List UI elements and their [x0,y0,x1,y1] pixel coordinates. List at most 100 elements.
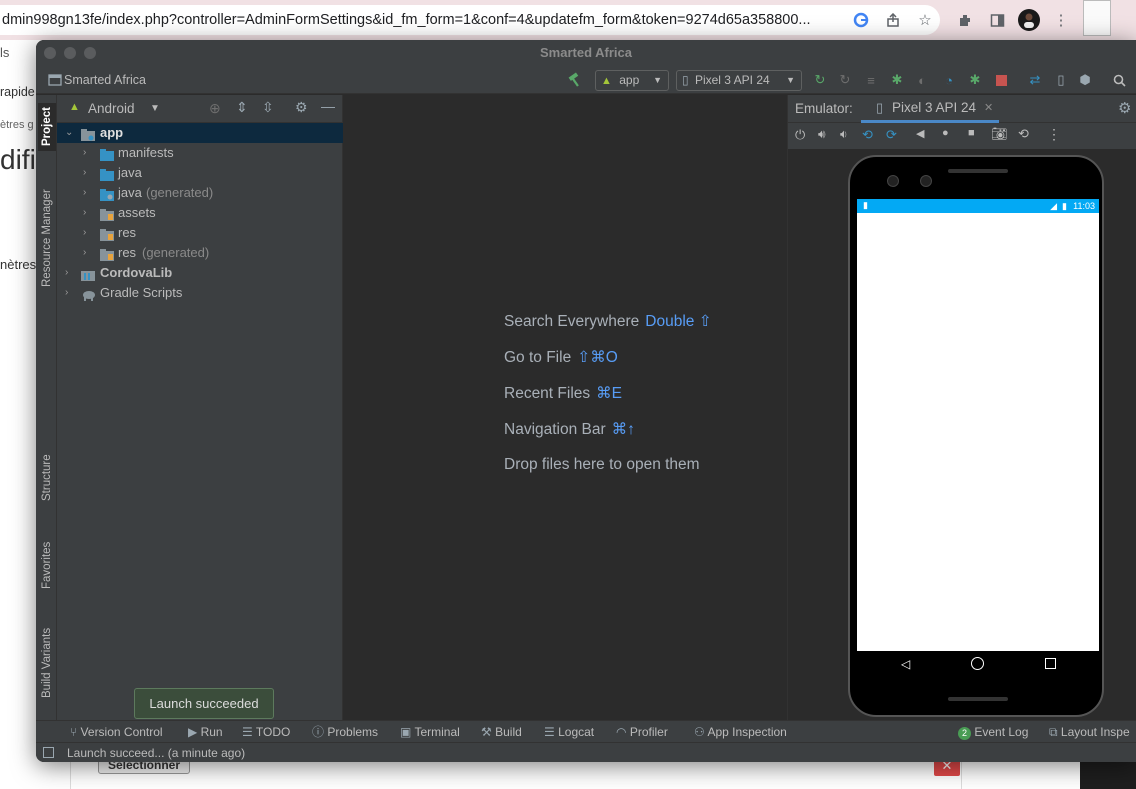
layout-inspector-label: Layout Inspe [1060,725,1130,739]
more-options-icon[interactable]: ⋮ [1047,126,1061,143]
locate-icon[interactable]: ⊕ [209,100,221,117]
sdk-manager-icon[interactable]: ⬢ [1076,71,1094,89]
tab-favorites[interactable]: Favorites [38,530,56,600]
device-dropdown[interactable]: ▯ Pixel 3 API 24 ▼ [676,70,802,91]
chevron-right-icon[interactable]: › [83,243,86,263]
build-button[interactable]: ⚒ Build [481,721,522,743]
overview-icon[interactable]: ■ [968,127,975,139]
chevron-right-icon[interactable]: › [83,163,86,183]
search-icon[interactable] [1110,71,1128,89]
chrome-menu-icon[interactable]: ⋮ [1052,11,1070,29]
debug-icon[interactable]: ✱ [888,71,906,89]
layout-inspector-button[interactable]: ⧉ Layout Inspe [1049,721,1130,743]
back-icon[interactable]: ◀ [916,127,924,140]
back-icon[interactable]: ◁ [901,657,910,671]
apply-changes-restart-icon[interactable]: ↻ [811,71,829,89]
tree-item-cordovalib[interactable]: › CordovaLib [57,263,343,283]
device-manager-icon[interactable]: ▯ [1052,71,1070,89]
tab-project[interactable]: Project [38,103,56,151]
volume-up-icon[interactable]: 🔊︎ [818,127,826,142]
rotate-left-icon[interactable]: ⟲ [862,127,873,143]
chevron-down-icon[interactable]: ▼ [150,95,160,123]
url-text[interactable]: dmin998gn13fe/index.php?controller=Admin… [0,12,845,28]
hide-panel-icon[interactable]: — [321,98,335,114]
chevron-right-icon[interactable]: › [83,203,86,223]
tree-item-manifests[interactable]: › manifests [57,143,343,163]
chevron-right-icon[interactable]: › [65,283,68,303]
logcat-button[interactable]: ☰ Logcat [544,721,594,743]
emulator-device-tab[interactable]: ▯ Pixel 3 API 24 ✕ [861,95,999,123]
chevron-down-icon: ▼ [786,75,795,85]
attach-debugger-icon[interactable]: ✱ [966,71,984,89]
apply-code-changes-icon[interactable]: ↻ [836,71,854,89]
chevron-right-icon[interactable]: › [83,223,86,243]
editor-area[interactable]: Search Everywhere Double ⇧ Go to File ⇧⌘O … [344,95,787,720]
expand-all-icon[interactable]: ⇕ [236,99,248,116]
maximize-window-button[interactable] [84,47,96,59]
todo-button[interactable]: ☰ TODO [242,721,290,743]
google-icon[interactable] [852,11,870,29]
run-config-dropdown[interactable]: ▲ app ▼ [595,70,669,91]
address-bar[interactable]: dmin998gn13fe/index.php?controller=Admin… [0,5,940,35]
emulator-label: Emulator: [795,101,853,116]
home-icon[interactable] [971,657,984,670]
tree-item-java[interactable]: › java [57,163,343,183]
view-mode-dropdown[interactable]: Android [88,95,135,123]
tree-item-assets[interactable]: › assets [57,203,343,223]
run-tests-icon[interactable]: ≡ [862,71,880,89]
build-hammer-icon[interactable] [566,71,584,89]
tool-window-toggle-icon[interactable] [43,747,54,758]
tree-item-res-generated[interactable]: › res (generated) [57,243,343,263]
chevron-right-icon[interactable]: › [65,263,68,283]
snapshot-icon[interactable]: ⟲ [1018,126,1029,142]
sync-gradle-icon[interactable]: ⇄ [1026,71,1044,89]
chevron-right-icon[interactable]: › [83,183,86,203]
close-icon[interactable]: ✕ [984,95,993,121]
tab-resource-manager[interactable]: Resource Manager [38,183,56,293]
extensions-icon[interactable] [956,11,974,29]
volume-down-icon[interactable]: 🔉︎ [840,127,848,142]
share-icon[interactable] [884,11,902,29]
terminal-button[interactable]: ▣ Terminal [400,721,460,743]
project-name[interactable]: Smarted Africa [64,66,146,94]
front-camera-icon [887,175,899,187]
rotate-right-icon[interactable]: ⟳ [886,127,897,143]
close-window-button[interactable] [44,47,56,59]
profiler-button[interactable]: ◠ Profiler [616,721,668,743]
minimize-window-button[interactable] [64,47,76,59]
app-inspection-button[interactable]: ⚇ App Inspection [694,721,787,743]
run-tab-button[interactable]: ▶ Run [188,721,223,743]
tree-item-label: manifests [118,145,174,160]
stop-icon[interactable] [992,71,1010,89]
tree-item-app[interactable]: ⌄ app [57,123,343,143]
tree-item-suffix: (generated) [142,245,210,260]
speaker-grille [948,169,1008,173]
phone-screen[interactable] [857,213,1099,651]
chevron-down-icon[interactable]: ⌄ [65,123,73,143]
collapse-all-icon[interactable]: ⇳ [262,99,274,116]
phone-status-bar: ▮ 11:03 ▮ ◢ [857,199,1099,213]
profile-gauge-icon[interactable]: ◔ [940,71,958,89]
status-message[interactable]: Launch succeed... (a minute ago) [67,743,245,762]
tab-structure[interactable]: Structure [38,443,56,513]
tab-build-variants[interactable]: Build Variants [38,615,56,710]
resource-folder-icon [100,227,114,241]
event-log-button[interactable]: 2 Event Log [958,721,1028,743]
gear-icon[interactable]: ⚙ [1118,99,1131,117]
coverage-icon[interactable]: ◐ [913,71,931,89]
home-icon[interactable]: ● [942,127,949,139]
tree-item-java-generated[interactable]: › java (generated) [57,183,343,203]
tree-item-gradle-scripts[interactable]: › Gradle Scripts [57,283,343,303]
side-panel-icon[interactable] [988,11,1006,29]
overview-icon[interactable] [1045,658,1056,669]
version-control-button[interactable]: ⑂ Version Control [70,721,163,743]
tree-item-label: java [118,185,142,200]
camera-icon[interactable]: 📷︎ [991,126,1008,142]
tree-item-res[interactable]: › res [57,223,343,243]
profile-avatar[interactable] [1018,9,1040,31]
chevron-right-icon[interactable]: › [83,143,86,163]
bookmark-star-icon[interactable]: ☆ [916,11,934,29]
power-icon[interactable]: ⏻ [795,127,805,143]
problems-button[interactable]: ⓘ Problems [312,721,378,743]
gear-icon[interactable]: ⚙ [295,99,308,116]
